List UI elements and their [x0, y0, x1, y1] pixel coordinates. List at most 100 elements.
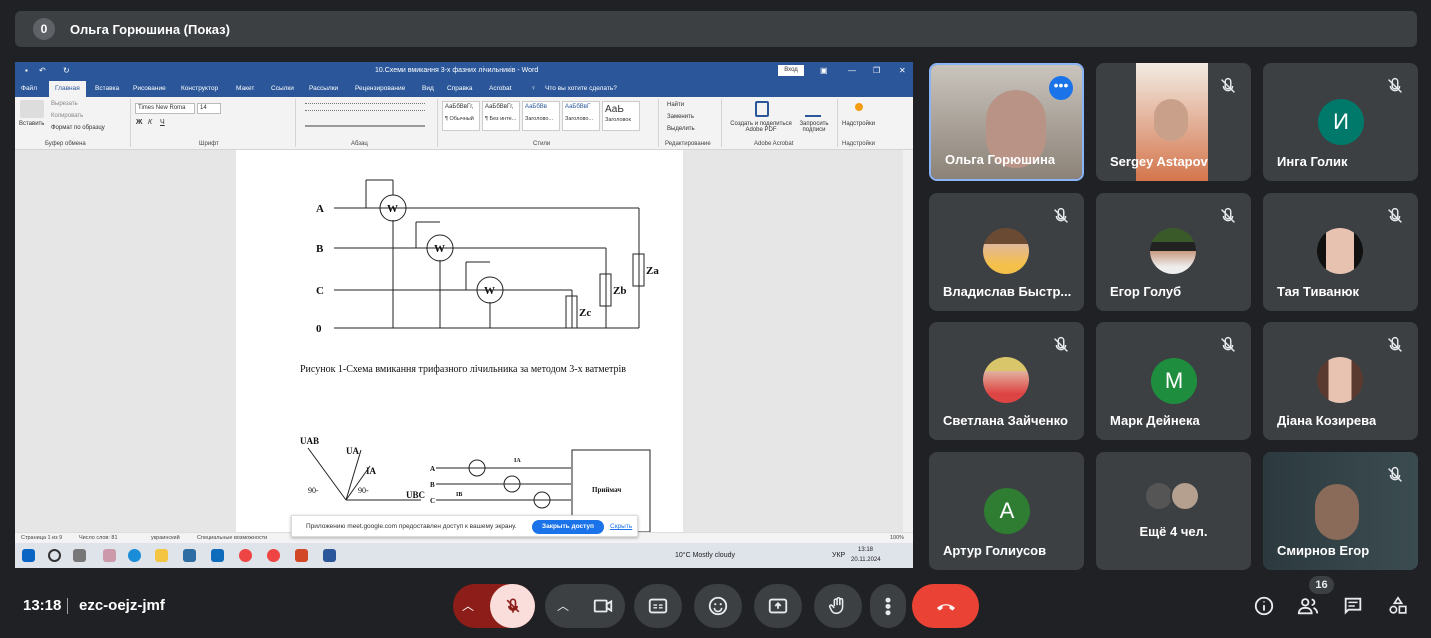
- tell-me-search[interactable]: Что вы хотите сделать?: [545, 85, 617, 92]
- captions-button[interactable]: [634, 584, 682, 628]
- participant-tile-smirnov[interactable]: Смирнов Егор: [1263, 452, 1418, 570]
- raise-hand-button[interactable]: [814, 584, 862, 628]
- find-button[interactable]: Найти: [667, 102, 684, 108]
- document-page[interactable]: A B C 0 W W W Za Zb Zc Рисунок 1-Схема в…: [236, 150, 683, 532]
- participant-tile-olga[interactable]: ••• Ольга Горюшина: [929, 63, 1084, 181]
- more-options-button[interactable]: •••: [870, 584, 906, 628]
- copy-button[interactable]: Копировать: [51, 113, 83, 119]
- copilot-icon[interactable]: [103, 549, 116, 562]
- chat-button[interactable]: [1341, 594, 1365, 618]
- weather-text[interactable]: 10°C Mostly cloudy: [675, 552, 735, 559]
- tab-insert[interactable]: Вставка: [95, 85, 119, 92]
- redo-icon[interactable]: ↻: [63, 66, 70, 75]
- tab-acrobat[interactable]: Acrobat: [489, 85, 511, 92]
- minimize-icon[interactable]: —: [848, 66, 856, 75]
- create-pdf-icon[interactable]: [755, 101, 769, 117]
- tab-design[interactable]: Конструктор: [181, 85, 218, 92]
- mic-toggle-button[interactable]: [490, 584, 535, 628]
- undo-icon[interactable]: ↶: [39, 66, 46, 75]
- select-button[interactable]: Выделить: [667, 126, 695, 132]
- file-explorer-icon[interactable]: [155, 549, 168, 562]
- maximize-icon[interactable]: ❐: [873, 66, 880, 75]
- word-signin-button[interactable]: Вход: [778, 65, 804, 76]
- mic-off-icon: [1388, 207, 1402, 223]
- participant-tile-svetlana[interactable]: Светлана Зайченко: [929, 322, 1084, 440]
- participant-tile-mark[interactable]: М Марк Дейнека: [1096, 322, 1251, 440]
- tab-review[interactable]: Рецензирование: [355, 85, 405, 92]
- font-size-select[interactable]: 14: [197, 103, 221, 114]
- participant-tile-sergey[interactable]: Sergey Astapov: [1096, 63, 1251, 181]
- windows-start-icon[interactable]: [22, 549, 35, 562]
- style-title[interactable]: АаЬ Заголовок: [602, 101, 640, 131]
- style-no-spacing[interactable]: АаБбВвГг, ¶ Без инте...: [482, 101, 520, 131]
- request-signatures-icon[interactable]: [805, 101, 821, 117]
- camera-options-chevron-icon[interactable]: ︿: [557, 597, 569, 614]
- format-painter-button[interactable]: Формат по образцу: [51, 125, 105, 131]
- list-buttons[interactable]: [305, 103, 425, 111]
- style-normal[interactable]: АаБбВвГг, ¶ Обычный: [442, 101, 480, 131]
- participant-tile-diana[interactable]: Діана Козирева: [1263, 322, 1418, 440]
- vertical-scrollbar[interactable]: [903, 150, 913, 532]
- replace-button[interactable]: Заменить: [667, 114, 694, 120]
- status-zoom[interactable]: 100%: [890, 535, 904, 541]
- request-signatures-button[interactable]: Запросить подписи: [794, 121, 834, 133]
- italic-button[interactable]: К: [148, 119, 152, 126]
- leave-call-button[interactable]: [912, 584, 979, 628]
- powerpoint-icon[interactable]: [295, 549, 308, 562]
- task-view-icon[interactable]: [73, 549, 86, 562]
- meeting-info-button[interactable]: [1252, 594, 1276, 618]
- keyboard-language[interactable]: УКР: [832, 552, 845, 559]
- addins-button[interactable]: Надстройки: [842, 121, 875, 127]
- tab-file[interactable]: Файл: [21, 85, 37, 92]
- status-accessibility[interactable]: Специальные возможности: [197, 535, 267, 541]
- paste-icon[interactable]: [20, 100, 44, 118]
- present-button[interactable]: [754, 584, 802, 628]
- tab-home[interactable]: Главная: [49, 81, 86, 97]
- mic-options-chevron-icon[interactable]: ︿: [462, 597, 474, 614]
- avatar: [1317, 357, 1363, 403]
- chrome-icon[interactable]: [239, 549, 252, 562]
- tab-references[interactable]: Ссылки: [271, 85, 294, 92]
- close-icon[interactable]: ✕: [899, 66, 906, 75]
- tab-layout[interactable]: Макет: [236, 85, 254, 92]
- people-button[interactable]: [1296, 594, 1320, 618]
- more-options-icon[interactable]: •••: [1049, 76, 1073, 100]
- store-icon[interactable]: [183, 549, 196, 562]
- word-taskbar-icon[interactable]: [323, 549, 336, 562]
- stop-sharing-button[interactable]: Закрыть доступ: [532, 520, 604, 534]
- participant-tile-vladislav[interactable]: Владислав Быстр...: [929, 193, 1084, 311]
- participant-tile-egor[interactable]: Егор Голуб: [1096, 193, 1251, 311]
- style-heading1[interactable]: АаБбВв Заголово...: [522, 101, 560, 131]
- tab-help[interactable]: Справка: [447, 85, 473, 92]
- underline-button[interactable]: Ч: [160, 119, 165, 126]
- participant-tile-more[interactable]: Ещё 4 чел.: [1096, 452, 1251, 570]
- mic-off-icon: [1388, 466, 1402, 482]
- addins-icon[interactable]: [855, 103, 863, 111]
- reactions-button[interactable]: [694, 584, 742, 628]
- chrome-profile-icon[interactable]: [267, 549, 280, 562]
- bold-button[interactable]: Ж: [136, 119, 142, 126]
- edge-icon[interactable]: [128, 549, 141, 562]
- tab-view[interactable]: Вид: [422, 85, 434, 92]
- create-pdf-button[interactable]: Создать и поделиться Adobe PDF: [726, 121, 796, 133]
- participant-tile-artur[interactable]: А Артур Голиусов: [929, 452, 1084, 570]
- font-name-select[interactable]: Times New Roma: [135, 103, 195, 114]
- participant-tile-inga[interactable]: И Инга Голик: [1263, 63, 1418, 181]
- hide-notice-link[interactable]: Скрыть: [610, 523, 632, 530]
- present-screen-icon: [768, 598, 788, 614]
- search-icon[interactable]: [48, 549, 61, 562]
- save-icon[interactable]: ▪: [25, 66, 28, 75]
- avatar: [983, 228, 1029, 274]
- tab-draw[interactable]: Рисование: [133, 85, 166, 92]
- alignment-buttons[interactable]: [305, 119, 425, 127]
- participant-tile-taya[interactable]: Тая Тиванюк: [1263, 193, 1418, 311]
- outlook-icon[interactable]: [211, 549, 224, 562]
- camera-toggle-button[interactable]: [580, 584, 625, 628]
- meeting-code[interactable]: ezc-oejz-jmf: [79, 597, 165, 614]
- ribbon-display-icon[interactable]: ▣: [820, 66, 828, 75]
- paste-button[interactable]: Вставить: [19, 121, 44, 127]
- activities-button[interactable]: [1386, 594, 1410, 618]
- style-heading2[interactable]: АаБбВвГ Заголово...: [562, 101, 600, 131]
- tab-mailings[interactable]: Рассылки: [309, 85, 338, 92]
- cut-button[interactable]: Вырезать: [51, 101, 78, 107]
